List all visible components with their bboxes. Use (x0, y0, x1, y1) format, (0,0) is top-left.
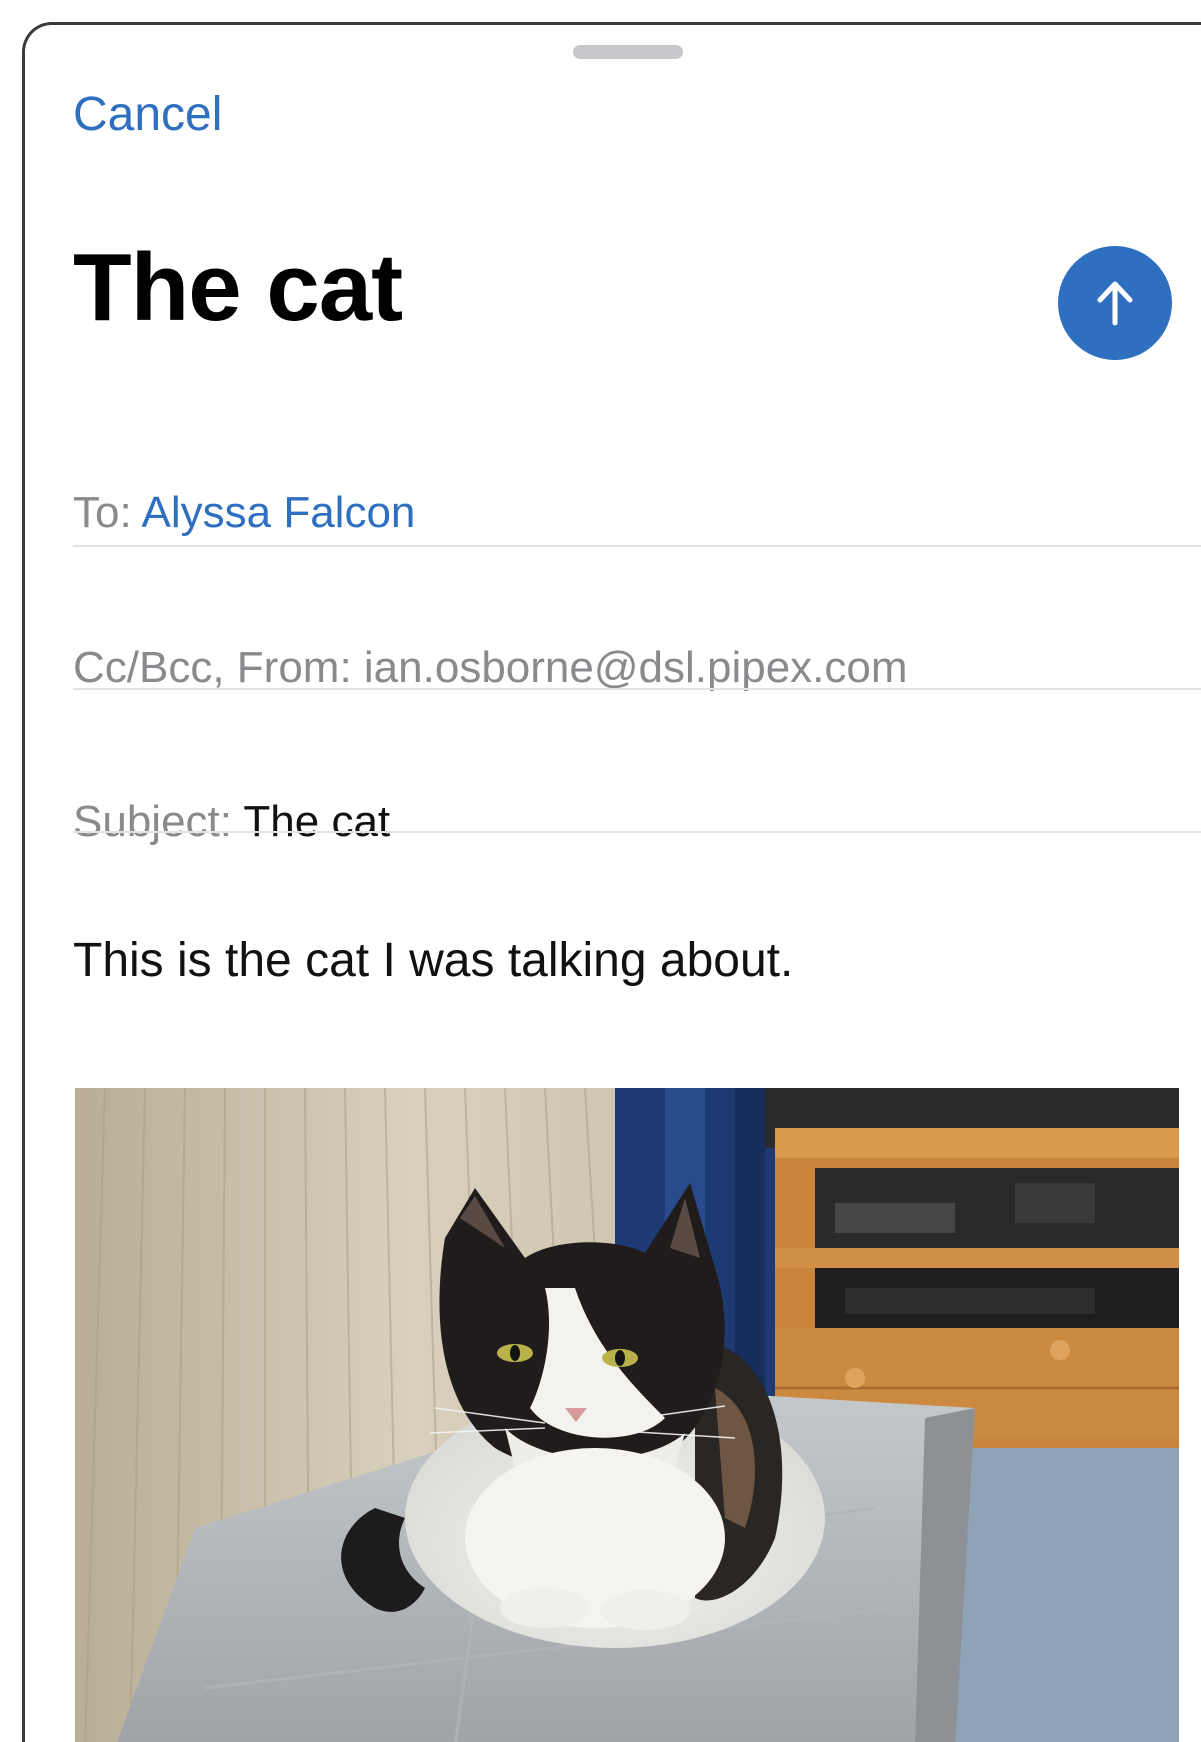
cc-bcc-from-field[interactable]: Cc/Bcc, From: ian.osborne@dsl.pipex.com (73, 643, 908, 693)
subject-input[interactable]: The cat (243, 797, 390, 846)
from-address: ian.osborne@dsl.pipex.com (363, 643, 908, 692)
subject-label: Subject: (73, 797, 244, 846)
separator (73, 831, 1201, 833)
to-recipient[interactable]: Alyssa Falcon (142, 488, 416, 537)
send-button[interactable] (1058, 246, 1172, 360)
sheet-grabber[interactable] (573, 45, 683, 59)
to-label: To: (73, 488, 142, 537)
compose-title: The cat (73, 234, 403, 341)
subject-field[interactable]: Subject: The cat (73, 797, 390, 847)
cat-photo-attachment[interactable] (75, 1088, 1179, 1742)
separator (73, 688, 1201, 690)
cc-bcc-from-label: Cc/Bcc, From: (73, 643, 364, 692)
cancel-button[interactable]: Cancel (73, 87, 222, 142)
compose-sheet: Cancel The cat To: Alyssa Falcon Cc/Bcc,… (22, 22, 1201, 1742)
arrow-up-icon (1097, 281, 1133, 326)
message-body[interactable]: This is the cat I was talking about. (73, 933, 793, 988)
cat-photo (75, 1088, 1179, 1742)
separator (73, 545, 1201, 547)
to-field[interactable]: To: Alyssa Falcon (73, 488, 415, 538)
